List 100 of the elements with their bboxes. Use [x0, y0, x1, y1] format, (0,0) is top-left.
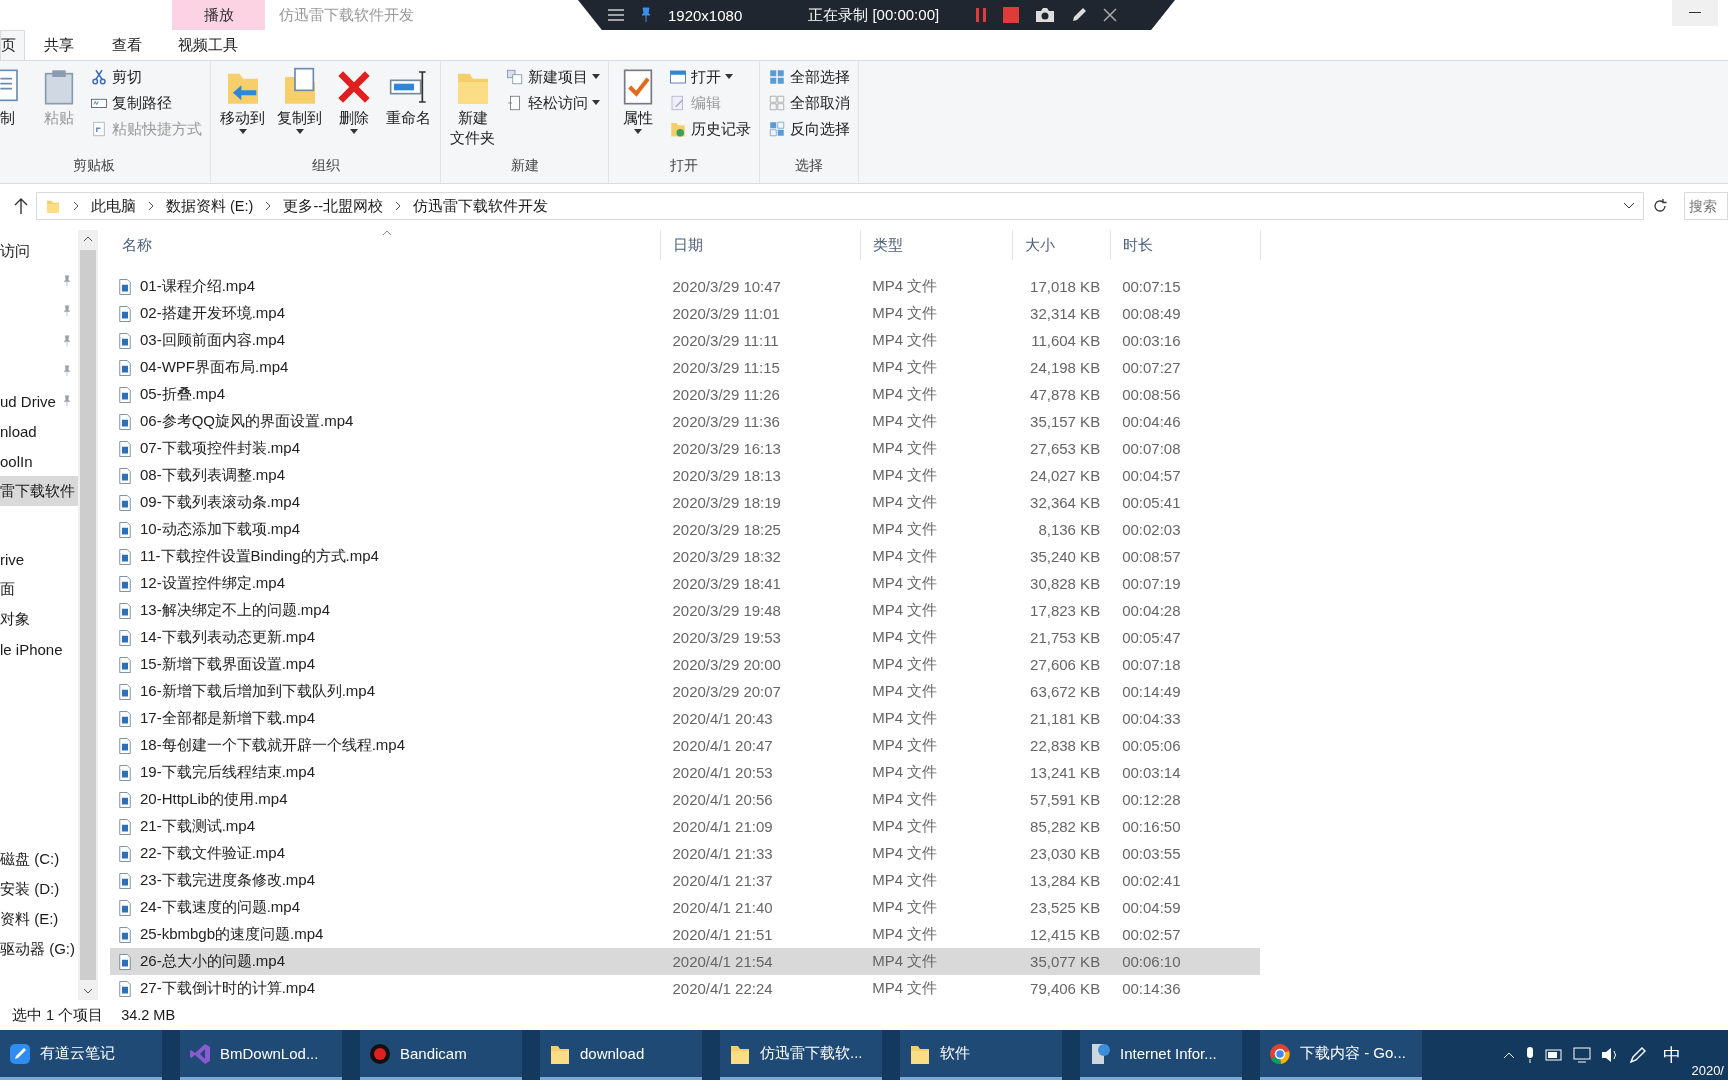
camera-icon[interactable] — [1035, 7, 1056, 23]
pin-icon[interactable] — [640, 7, 652, 23]
taskbar-app[interactable]: Internet Infor... — [1080, 1030, 1242, 1080]
file-row[interactable]: 10-动态添加下载项.mp4 2020/3/29 18:25 MP4 文件 8,136 KB 00:02:03 — [110, 516, 1260, 543]
ribbon-tab[interactable]: 视频工具 — [161, 30, 254, 60]
nav-item[interactable]: 雷下载软件 — [0, 476, 78, 506]
nav-item[interactable]: rive — [0, 544, 78, 574]
column-header[interactable]: 时长 — [1111, 230, 1261, 260]
file-row[interactable]: 04-WPF界面布局.mp4 2020/3/29 11:15 MP4 文件 24,198 KB 00:07:27 — [110, 354, 1260, 381]
ribbon-button[interactable]: 全部取消 — [766, 91, 852, 115]
ribbon-button[interactable]: 历史记录 — [667, 117, 753, 141]
file-row[interactable]: 24-下载速度的问题.mp4 2020/4/1 21:40 MP4 文件 23,525 KB 00:04:59 — [110, 894, 1260, 921]
input-method[interactable]: 中 — [1663, 1043, 1682, 1067]
file-row[interactable]: 26-总大小的问题.mp4 2020/4/1 21:54 MP4 文件 35,077 KB 00:06:10 — [110, 948, 1260, 975]
ribbon-button[interactable]: 打开 — [667, 65, 753, 89]
file-row[interactable]: 23-下载完进度条修改.mp4 2020/4/1 21:37 MP4 文件 13,284 KB 00:02:41 — [110, 867, 1260, 894]
file-row[interactable]: 21-下载测试.mp4 2020/4/1 21:09 MP4 文件 85,282 KB 00:16:50 — [110, 813, 1260, 840]
file-row[interactable]: 02-搭建开发环境.mp4 2020/3/29 11:01 MP4 文件 32,314 KB 00:08:49 — [110, 300, 1260, 327]
taskbar-app[interactable]: BmDownLod... — [180, 1030, 342, 1080]
ribbon-tab[interactable]: 共享 — [25, 30, 93, 60]
file-row[interactable]: 22-下载文件验证.mp4 2020/4/1 21:33 MP4 文件 23,030 KB 00:03:55 — [110, 840, 1260, 867]
pen-icon[interactable] — [1629, 1046, 1648, 1064]
file-row[interactable]: 16-新增下载后增加到下载队列.mp4 2020/3/29 20:07 MP4 文件 63,672 KB 00:14:49 — [110, 678, 1260, 705]
nav-item[interactable]: 对象 — [0, 604, 78, 634]
file-row[interactable]: 17-全部都是新增下载.mp4 2020/4/1 20:43 MP4 文件 21,181 KB 00:04:33 — [110, 705, 1260, 732]
column-header[interactable]: 类型 — [861, 230, 1013, 260]
ribbon-tab[interactable]: 查看 — [93, 30, 161, 60]
nav-item[interactable]: 磁盘 (C:) — [0, 844, 78, 874]
file-row[interactable]: 09-下载列表滚动条.mp4 2020/3/29 18:19 MP4 文件 32,364 KB 00:05:41 — [110, 489, 1260, 516]
scroll-down-icon[interactable] — [83, 988, 93, 994]
scrollbar-thumb[interactable] — [80, 250, 96, 980]
breadcrumb[interactable]: 此电脑 — [91, 196, 136, 216]
file-row[interactable]: 19-下载完后线程结束.mp4 2020/4/1 20:53 MP4 文件 13,241 KB 00:03:14 — [110, 759, 1260, 786]
file-row[interactable]: 06-参考QQ旋风的界面设置.mp4 2020/3/29 11:36 MP4 文件 35,157 KB 00:04:46 — [110, 408, 1260, 435]
file-row[interactable]: 13-解决绑定不上的问题.mp4 2020/3/29 19:48 MP4 文件 17,823 KB 00:04:28 — [110, 597, 1260, 624]
nav-item[interactable]: 安装 (D:) — [0, 874, 78, 904]
clock-date[interactable]: 2020/ — [1691, 1063, 1724, 1078]
scrollbar[interactable] — [78, 230, 98, 1000]
file-row[interactable]: 05-折叠.mp4 2020/3/29 11:26 MP4 文件 47,878 KB 00:08:56 — [110, 381, 1260, 408]
taskbar-app[interactable]: 下载内容 - Go... — [1260, 1030, 1422, 1080]
pencil-icon[interactable] — [1071, 7, 1088, 23]
taskbar-app[interactable]: download — [540, 1030, 702, 1080]
ribbon-button[interactable]: 全部选择 — [766, 65, 852, 89]
file-row[interactable]: 12-设置控件绑定.mp4 2020/3/29 18:41 MP4 文件 30,828 KB 00:07:19 — [110, 570, 1260, 597]
menu-icon[interactable] — [608, 8, 624, 22]
ribbon-button[interactable]: 新建 文件夹 — [447, 65, 498, 149]
stop-icon[interactable] — [1003, 7, 1020, 23]
address-bar[interactable]: 此电脑 数据资料 (E:) 更多--北盟网校 仿迅雷下载软件开发 — [36, 192, 1644, 220]
ribbon-button[interactable]: 删除 — [331, 65, 377, 137]
file-row[interactable]: 18-每创建一个下载就开辟一个线程.mp4 2020/4/1 20:47 MP4 文件 22,838 KB 00:05:06 — [110, 732, 1260, 759]
refresh-icon[interactable] — [1652, 198, 1668, 214]
ribbon-button[interactable]: 反向选择 — [766, 117, 852, 141]
microphone-icon[interactable] — [1525, 1046, 1536, 1064]
file-row[interactable]: 20-HttpLib的使用.mp4 2020/4/1 20:56 MP4 文件 57,591 KB 00:12:28 — [110, 786, 1260, 813]
taskbar-app[interactable]: 有道云笔记 — [0, 1030, 162, 1080]
nav-item[interactable]: nload — [0, 416, 78, 446]
nav-item[interactable]: ud Drive — [0, 386, 78, 416]
nav-item[interactable]: oolIn — [0, 446, 78, 476]
file-row[interactable]: 14-下载列表动态更新.mp4 2020/3/29 19:53 MP4 文件 21,753 KB 00:05:47 — [110, 624, 1260, 651]
nav-item[interactable]: 面 — [0, 574, 78, 604]
file-row[interactable]: 07-下载项控件封装.mp4 2020/3/29 16:13 MP4 文件 27,653 KB 00:07:08 — [110, 435, 1260, 462]
ribbon-button[interactable]: 复制路径 — [88, 91, 204, 115]
taskbar-app[interactable]: 软件 — [900, 1030, 1062, 1080]
battery-icon[interactable] — [1545, 1049, 1564, 1061]
pause-icon[interactable] — [975, 7, 988, 23]
ribbon-button[interactable]: 制 — [0, 65, 30, 129]
ribbon-button[interactable]: 属性 — [615, 65, 661, 137]
scroll-up-icon[interactable] — [83, 236, 93, 242]
ribbon-button[interactable]: 移动到 — [217, 65, 268, 137]
ribbon-button[interactable]: 剪切 — [88, 65, 204, 89]
breadcrumb[interactable]: 数据资料 (E:) — [166, 196, 254, 216]
file-row[interactable]: 03-回顾前面内容.mp4 2020/3/29 11:11 MP4 文件 11,604 KB 00:03:16 — [110, 327, 1260, 354]
column-header[interactable]: 日期 — [661, 230, 861, 260]
ribbon-button[interactable]: 复制到 — [274, 65, 325, 137]
ribbon-button[interactable]: 重命名 — [383, 65, 434, 129]
taskbar-app[interactable]: Bandicam — [360, 1030, 522, 1080]
ribbon-button[interactable]: 新建项目 — [504, 65, 602, 89]
file-row[interactable]: 15-新增下载界面设置.mp4 2020/3/29 20:00 MP4 文件 27,606 KB 00:07:18 — [110, 651, 1260, 678]
nav-item[interactable]: 访问 — [0, 236, 78, 266]
ribbon-tab[interactable]: 页 — [0, 30, 25, 60]
nav-item[interactable]: le iPhone — [0, 634, 78, 664]
file-row[interactable]: 08-下载列表调整.mp4 2020/3/29 18:13 MP4 文件 24,027 KB 00:04:57 — [110, 462, 1260, 489]
column-header[interactable]: 名称 — [110, 230, 661, 260]
file-row[interactable]: 01-课程介绍.mp4 2020/3/29 10:47 MP4 文件 17,018 KB 00:07:15 — [110, 273, 1260, 300]
search-field[interactable]: 搜索 — [1684, 192, 1728, 220]
taskbar-app[interactable]: 仿迅雷下载软... — [720, 1030, 882, 1080]
up-arrow-icon[interactable] — [14, 198, 28, 214]
close-icon[interactable] — [1103, 8, 1118, 22]
column-header[interactable]: 大小 — [1013, 230, 1111, 260]
file-row[interactable]: 25-kbmbgb的速度问题.mp4 2020/4/1 21:51 MP4 文件 12,415 KB 00:02:57 — [110, 921, 1260, 948]
breadcrumb[interactable]: 更多--北盟网校 — [283, 196, 384, 216]
breadcrumb[interactable]: 仿迅雷下载软件开发 — [413, 196, 549, 216]
file-row[interactable]: 11-下载控件设置Binding的方式.mp4 2020/3/29 18:32 MP4 文件 35,240 KB 00:08:57 — [110, 543, 1260, 570]
nav-item[interactable]: 驱动器 (G:) — [0, 934, 78, 964]
dropdown-icon[interactable] — [1623, 202, 1635, 210]
nav-item[interactable]: 资料 (E:) — [0, 904, 78, 934]
file-row[interactable]: 27-下载倒计时的计算.mp4 2020/4/1 22:24 MP4 文件 79,406 KB 00:14:36 — [110, 975, 1260, 1002]
ribbon-button[interactable]: 轻松访问 — [504, 91, 602, 115]
tray-caret-icon[interactable] — [1503, 1051, 1516, 1059]
network-icon[interactable] — [1573, 1047, 1592, 1063]
